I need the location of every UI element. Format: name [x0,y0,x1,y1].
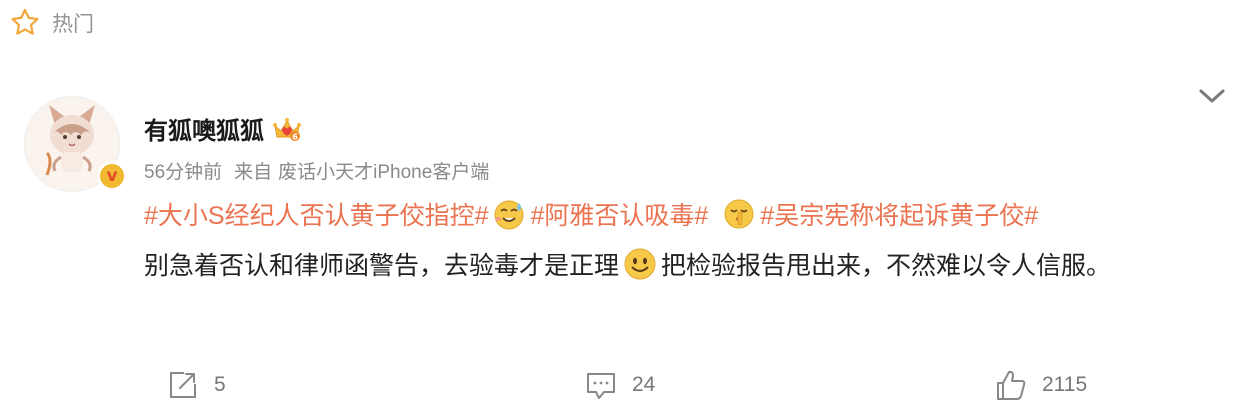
username-row: 有狐噢狐狐 6 [144,111,302,146]
username[interactable]: 有狐噢狐狐 [144,111,264,146]
thumbs-up-icon [997,370,1026,400]
v-verified-icon: v [106,165,118,186]
post-text-line-1: #大小S经纪人否认黄子佼指控# #阿雅否认吸毒# #吴宗宪称将起诉黄子佼# [144,196,1038,232]
repost-icon [170,372,196,398]
comment-count: 24 [632,373,656,396]
comment-button[interactable]: 24 [584,368,655,402]
verified-badge: v [97,161,127,191]
avatar[interactable]: v [24,96,127,196]
comment-icon [587,373,615,399]
post-text-part-2: 把检验报告甩出来，不然难以令人信服。 [661,252,1112,280]
hashtag-1[interactable]: #大小S经纪人否认黄子佼指控# [144,196,488,232]
like-button[interactable]: 2115 [994,368,1087,402]
like-count: 2115 [1042,373,1088,396]
crown-level-6-icon[interactable]: 6 [272,115,302,143]
repost-button[interactable]: 5 [166,368,226,402]
post-text-line-2: 别急着否认和律师函警告，去验毒才是正理 把检验报告甩出来，不然难以令人信服。 [144,246,1111,282]
chevron-down-icon[interactable] [1196,84,1228,108]
hashtag-3[interactable]: #吴宗宪称将起诉黄子佼# [760,196,1038,232]
shush-emoji-icon [724,199,754,229]
smile-emoji-icon [624,248,656,280]
repost-count: 5 [214,373,226,396]
star-icon [11,8,39,35]
post-source: 废话小天才iPhone客户端 [278,162,490,183]
svg-text:6: 6 [292,132,298,141]
hot-section-header: 热门 [8,6,94,40]
source-prefix: 来自 [234,162,273,183]
hot-label: 热门 [52,13,94,36]
post-meta: 56分钟前 来自 废话小天才iPhone客户端 [144,157,501,184]
post-text-part-1: 别急着否认和律师函警告，去验毒才是正理 [144,252,620,280]
post-time[interactable]: 56分钟前 [144,162,222,183]
hashtag-2[interactable]: #阿雅否认吸毒# [530,196,708,232]
sweat-smile-emoji-icon [494,200,524,230]
